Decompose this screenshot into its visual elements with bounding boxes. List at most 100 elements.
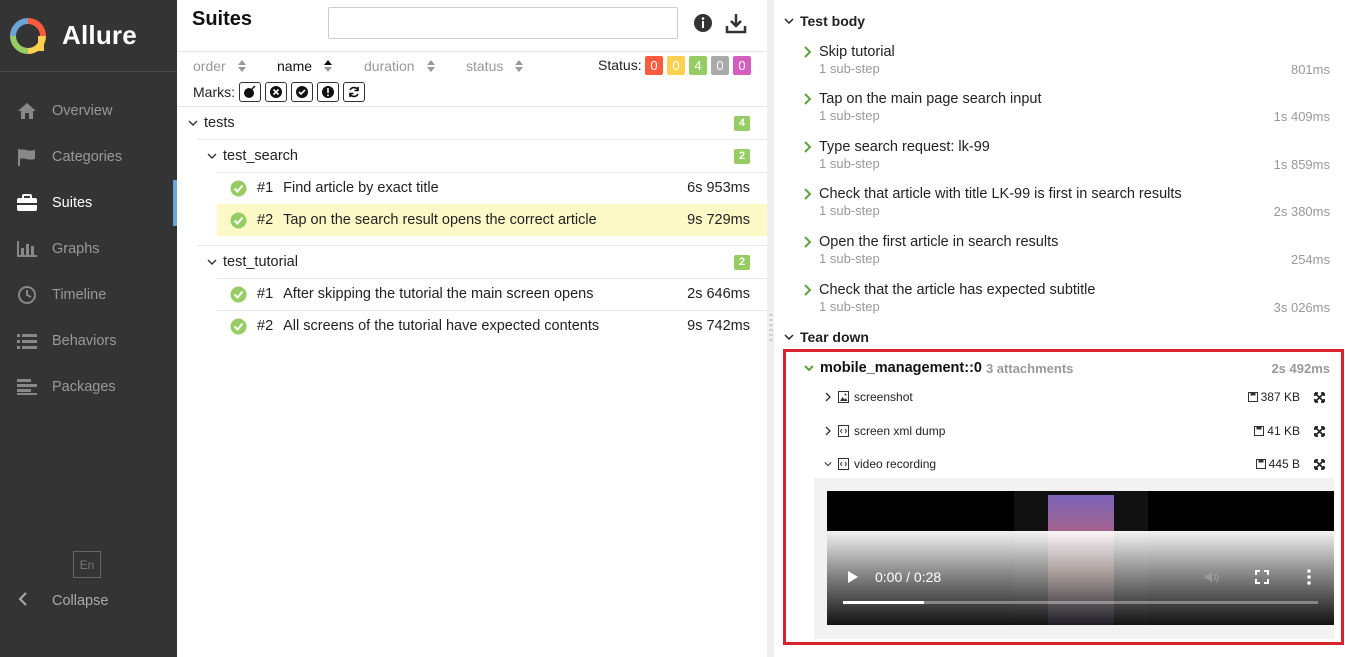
divider [197,139,767,140]
status-failed-badge[interactable]: 0 [645,56,663,75]
mark-new-broken-button[interactable] [317,82,339,102]
step-title: Type search request: lk-99 [819,139,990,155]
sidebar-item-categories[interactable]: Categories [0,134,177,180]
attachment-size-label: 41 KB [1267,424,1300,438]
test-case-row[interactable]: #2 All screens of the tutorial have expe… [217,310,767,342]
expand-icon[interactable] [1314,458,1325,470]
attachment-row-xml-dump[interactable]: screen xml dump 41 KB [824,421,1330,441]
attachment-size: 445 B [1255,457,1300,471]
sort-arrows-icon [426,60,435,72]
sort-name[interactable]: name [277,58,333,74]
sidebar-item-suites[interactable]: Suites [0,180,177,226]
bar-chart-icon [16,239,38,259]
expand-icon[interactable] [1314,391,1325,403]
fullscreen-icon[interactable] [1255,570,1269,584]
page-title: Suites [192,8,253,30]
sidebar-item-behaviors[interactable]: Behaviors [0,318,177,364]
tree-group-tests[interactable]: tests 4 [177,113,767,133]
chevron-down-icon [207,153,217,159]
sidebar-item-graphs[interactable]: Graphs [0,226,177,272]
language-button[interactable]: En [73,551,101,578]
more-vertical-icon[interactable] [1307,569,1311,585]
brand[interactable]: Allure [0,0,177,72]
chevron-right-icon [804,188,812,200]
exclamation-icon [322,86,334,98]
grip-icon[interactable] [769,313,773,343]
attachment-row-video[interactable]: video recording 445 B [824,454,1330,474]
step-row[interactable]: Check that the article has expected subt… [804,282,1330,315]
mark-retries-button[interactable] [343,82,365,102]
passed-check-icon [230,212,247,228]
attachment-name: video recording [854,457,937,471]
tree-group-test-search[interactable]: test_search 2 [177,146,767,166]
divider [197,245,767,246]
suites-panel: Suites order name duration status Status… [177,0,767,657]
clock-icon [16,285,38,305]
step-row[interactable]: Tap on the main page search input 1 sub-… [804,91,1330,124]
mark-new-failed-button[interactable] [265,82,287,102]
expand-icon[interactable] [1314,425,1325,437]
mark-new-passed-button[interactable] [291,82,313,102]
step-title: Skip tutorial [819,44,895,60]
bomb-icon [244,85,256,98]
step-row[interactable]: Skip tutorial 1 sub-step 801ms [804,44,1330,77]
test-case-name: After skipping the tutorial the main scr… [283,286,594,302]
app-name: Allure [62,20,137,50]
sidebar-item-timeline[interactable]: Timeline [0,272,177,318]
status-filter-label: Status: [598,57,642,73]
status-broken-badge[interactable]: 0 [667,56,685,75]
count-badge: 2 [734,254,750,270]
sidebar-item-overview[interactable]: Overview [0,88,177,134]
attachment-row-screenshot[interactable]: screenshot 387 KB [824,387,1330,407]
tree-group-label: test_tutorial [223,254,298,270]
video-player[interactable]: 0:00 / 0:28 [827,491,1334,625]
search-input[interactable] [328,7,678,39]
list-icon [16,331,38,351]
status-passed-badge[interactable]: 4 [689,56,707,75]
count-badge: 2 [734,148,750,164]
sort-bar: order name duration status Status: 0 0 4… [177,52,767,80]
close-circle-icon [270,86,282,98]
mark-flaky-button[interactable] [239,82,261,102]
chevron-right-icon [804,141,812,153]
volume-icon[interactable] [1204,570,1220,584]
test-body-section[interactable]: Test body [784,13,865,29]
sort-order[interactable]: order [193,58,246,74]
step-row[interactable]: Check that article with title LK-99 is f… [804,186,1330,219]
collapse-button[interactable]: Collapse [18,592,108,610]
attachment-size-label: 445 B [1268,457,1300,471]
tear-down-section[interactable]: Tear down [784,329,869,345]
test-case-number: #1 [257,180,274,196]
play-icon[interactable] [847,570,859,584]
attachment-size: 41 KB [1254,424,1300,438]
test-case-row[interactable]: #1 Find article by exact title 6s 953ms [217,172,767,204]
briefcase-icon [16,193,38,213]
sort-duration[interactable]: duration [364,58,435,74]
info-icon[interactable] [693,13,713,33]
section-label: Tear down [800,329,869,345]
section-label: Test body [800,13,866,29]
test-case-row-selected[interactable]: #2 Tap on the search result opens the co… [217,204,767,236]
tree-group-test-tutorial[interactable]: test_tutorial 2 [177,252,767,272]
video-progress-bar[interactable] [843,601,1318,604]
step-title: Check that the article has expected subt… [819,282,1096,298]
step-row[interactable]: Open the first article in search results… [804,234,1330,267]
chevron-down-icon [784,18,794,25]
test-case-row[interactable]: #1 After skipping the tutorial the main … [217,278,767,310]
sidebar-item-packages[interactable]: Packages [0,364,177,410]
sidebar: Allure Overview Categories Suites Graphs [0,0,177,657]
step-substeps: 1 sub-step [819,108,880,123]
status-skipped-badge[interactable]: 0 [711,56,729,75]
status-unknown-badge[interactable]: 0 [733,56,751,75]
sidebar-item-label: Packages [52,379,116,395]
test-case-duration: 9s 742ms [687,318,750,334]
sidebar-item-label: Overview [52,103,113,119]
download-icon[interactable] [725,12,747,34]
test-case-number: #2 [257,212,274,228]
sort-status[interactable]: status [466,58,524,74]
count-badge: 4 [734,115,750,131]
step-title: Tap on the main page search input [819,91,1042,107]
fixture-row[interactable]: mobile_management::0 3 attachments 2s 49… [804,360,1330,376]
allure-logo-icon [10,17,46,54]
step-row[interactable]: Type search request: lk-99 1 sub-step 1s… [804,139,1330,172]
